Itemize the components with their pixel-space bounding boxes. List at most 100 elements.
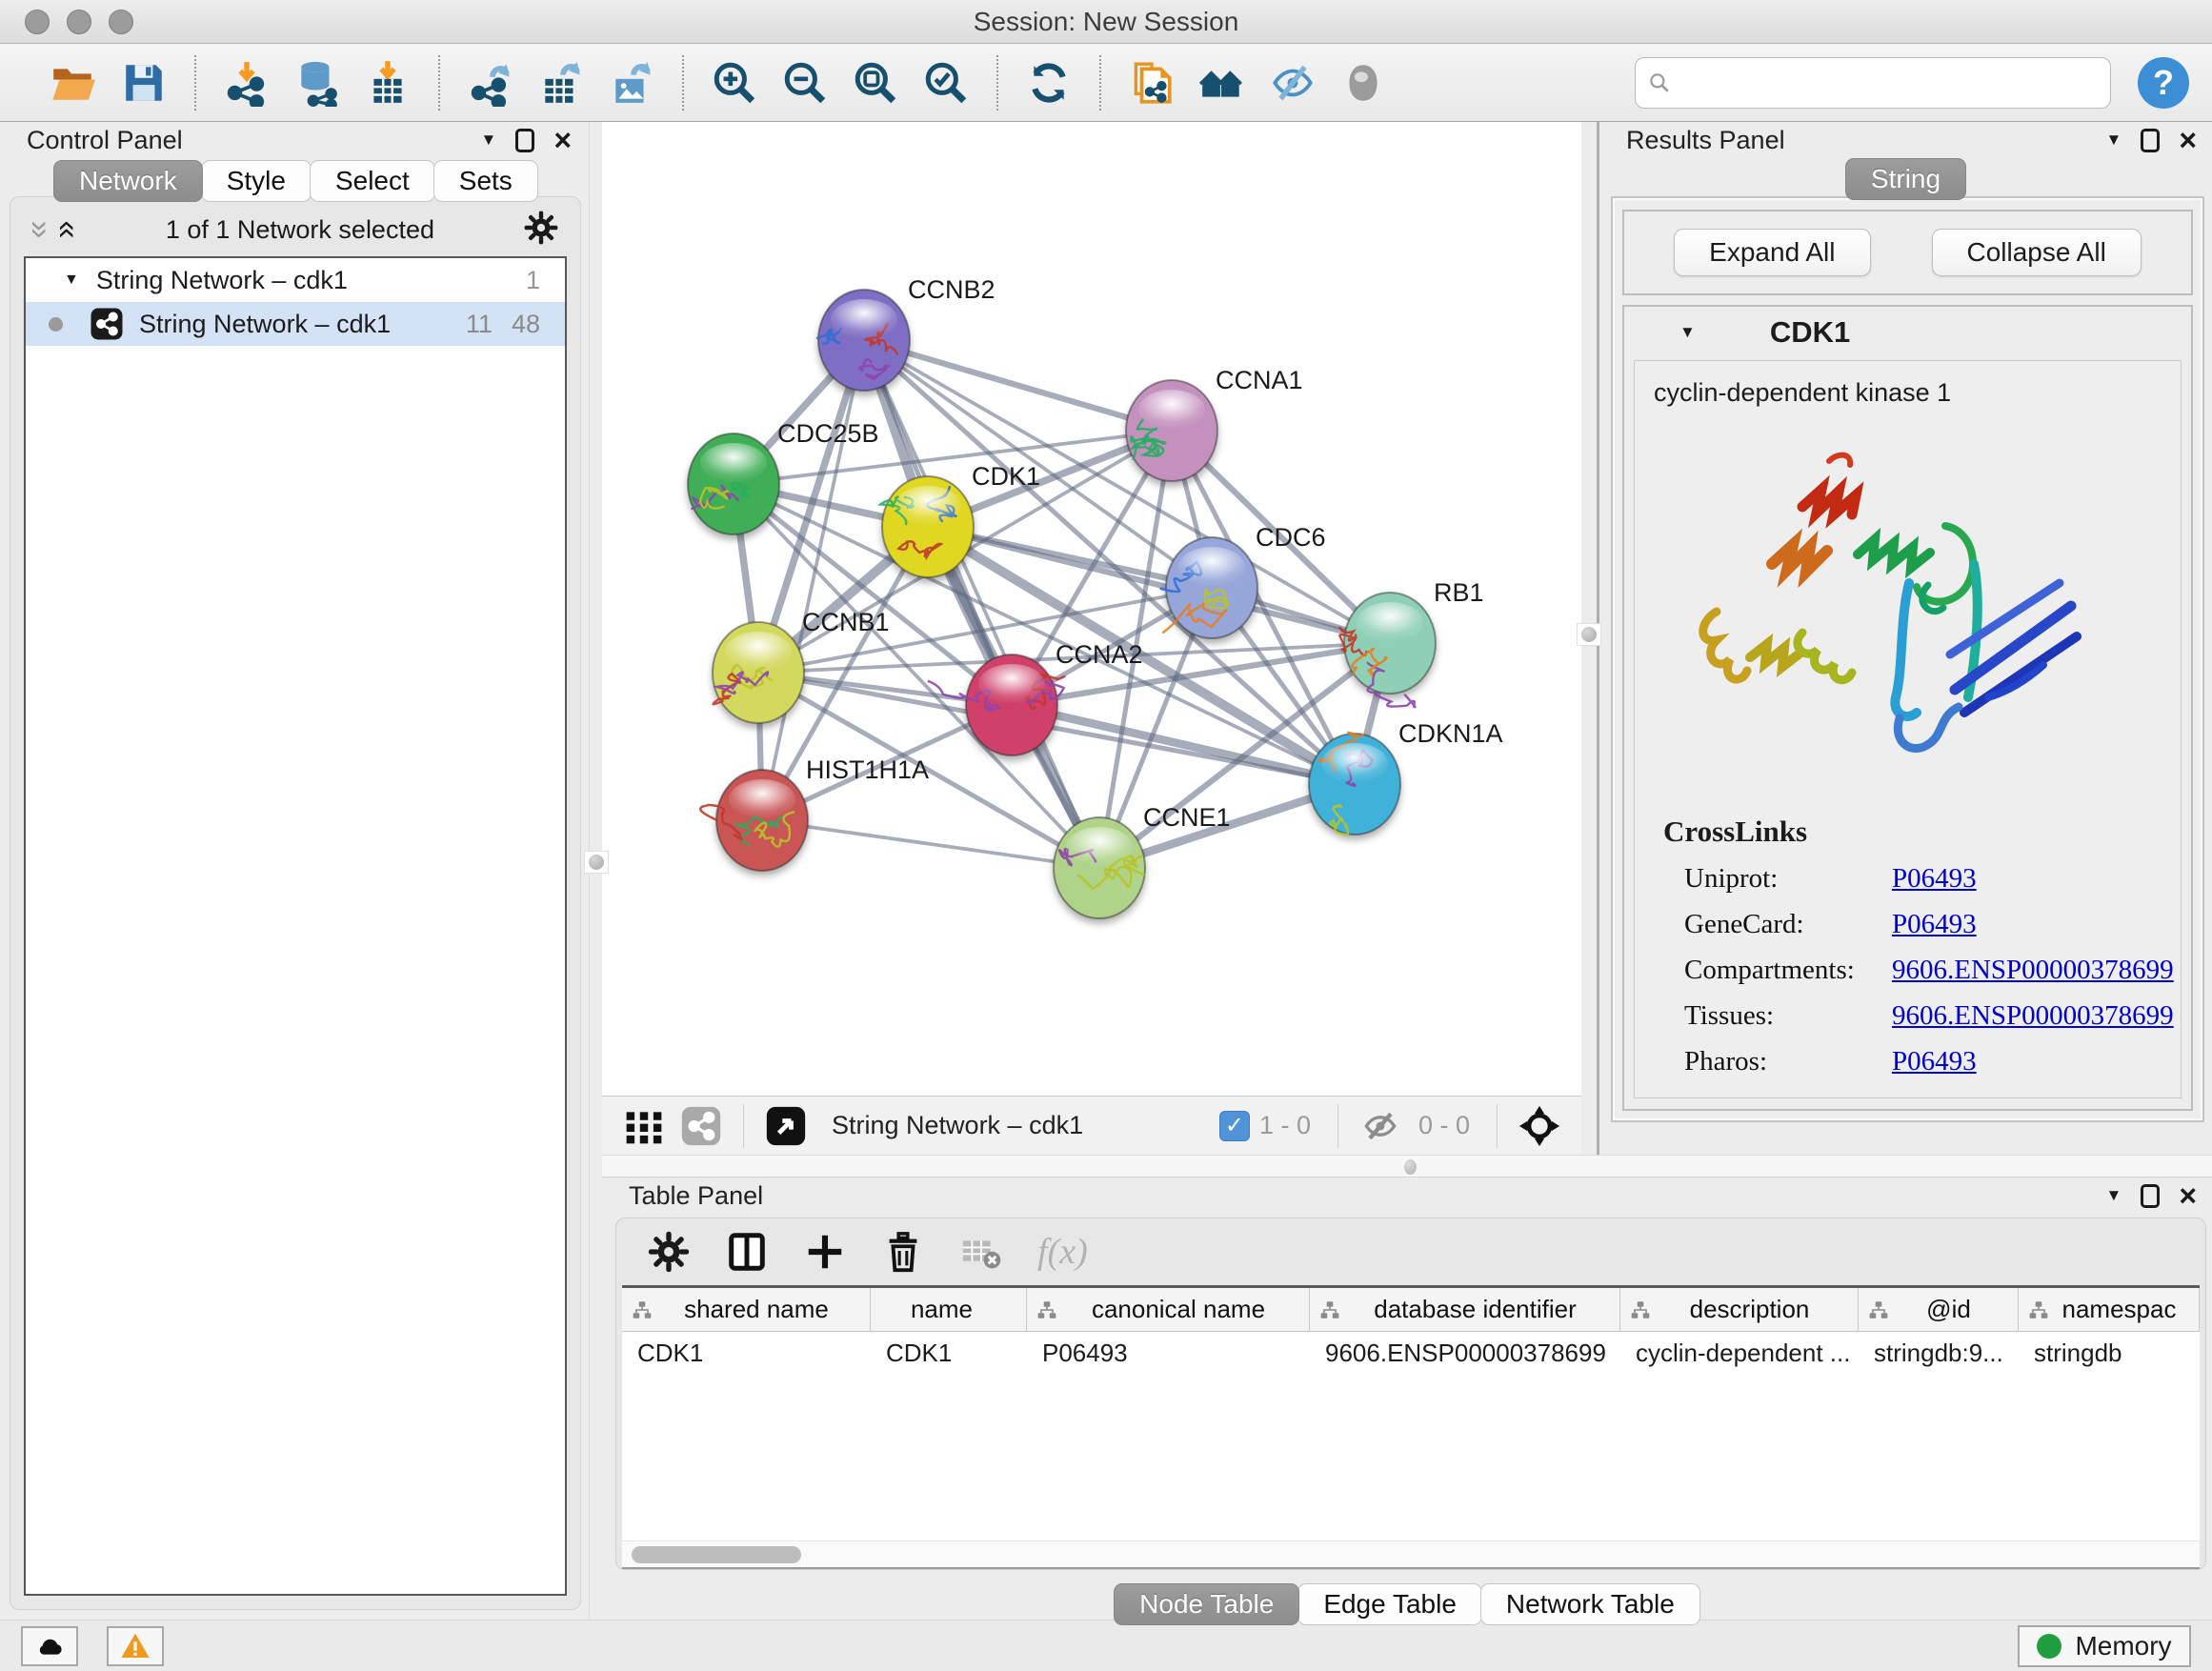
save-session-button[interactable] — [116, 55, 171, 111]
open-session-button[interactable] — [46, 55, 101, 111]
crosslink-link[interactable]: P06493 — [1892, 863, 1977, 895]
panel-menu-icon[interactable]: ▼ — [2105, 1186, 2122, 1205]
close-panel-icon[interactable]: × — [2179, 1186, 2197, 1205]
network-edge[interactable] — [864, 340, 1172, 431]
network-graph[interactable]: CCNB2CCNA1CDC25BCDK1CDC6RB1CCNB1CCNA2CDK… — [602, 122, 1581, 1096]
left-splitter[interactable] — [589, 122, 602, 1620]
birdseye-toggle-icon[interactable] — [765, 1105, 807, 1147]
network-share-icon[interactable] — [680, 1105, 722, 1147]
tab-edge-table[interactable]: Edge Table — [1297, 1583, 1482, 1625]
network-node[interactable]: RB1 — [1339, 578, 1483, 707]
column-header[interactable]: canonical name — [1027, 1288, 1310, 1331]
right-splitter-handle[interactable] — [1577, 623, 1601, 646]
table-options-gear-icon[interactable] — [647, 1230, 691, 1274]
string-home-button[interactable] — [1195, 55, 1250, 111]
close-window-button[interactable] — [25, 10, 50, 34]
add-column-icon[interactable] — [803, 1230, 847, 1274]
float-panel-icon[interactable] — [2141, 1184, 2160, 1208]
column-header[interactable]: database identifier — [1310, 1288, 1620, 1331]
network-canvas[interactable]: CCNB2CCNA1CDC25BCDK1CDC6RB1CCNB1CCNA2CDK… — [602, 122, 1581, 1096]
node-label: CCNB1 — [802, 608, 890, 636]
crosshair-icon[interactable] — [1518, 1105, 1560, 1147]
minimize-window-button[interactable] — [67, 10, 91, 34]
zoom-out-button[interactable] — [777, 55, 833, 111]
crosslink-link[interactable]: P06493 — [1892, 909, 1977, 940]
network-collection-row[interactable]: ▼ String Network – cdk1 1 — [26, 258, 565, 302]
import-network-database-button[interactable] — [290, 55, 345, 111]
column-header[interactable]: description — [1620, 1288, 1859, 1331]
node-label: CCNA1 — [1216, 366, 1303, 394]
network-node[interactable]: CDKN1A — [1309, 719, 1503, 835]
column-header[interactable]: namespac — [2019, 1288, 2200, 1331]
table-horizontal-scrollbar[interactable] — [622, 1540, 2200, 1567]
float-panel-icon[interactable] — [515, 129, 534, 152]
export-table-button[interactable] — [533, 55, 589, 111]
network-options-gear-icon[interactable] — [523, 210, 559, 251]
search-input[interactable] — [1681, 68, 2099, 97]
crosslink-row: Pharos:P06493 — [1663, 1046, 2181, 1077]
show-columns-icon[interactable] — [725, 1230, 769, 1274]
column-header[interactable]: shared name — [622, 1288, 871, 1331]
delete-column-icon[interactable] — [881, 1230, 925, 1274]
collapse-collection-icon[interactable]: ▼ — [64, 272, 79, 289]
tab-style[interactable]: Style — [201, 160, 312, 202]
import-table-button[interactable] — [360, 55, 415, 111]
panel-menu-icon[interactable]: ▼ — [2105, 131, 2122, 150]
column-header[interactable]: name — [871, 1288, 1027, 1331]
tab-network[interactable]: Network — [53, 160, 203, 202]
network-node[interactable]: HIST1H1A — [700, 755, 929, 871]
apply-layout-button[interactable] — [1021, 55, 1076, 111]
expand-all-button[interactable]: Expand All — [1674, 229, 1870, 276]
close-panel-icon[interactable]: × — [2179, 131, 2197, 150]
scrollbar-thumb[interactable] — [632, 1546, 801, 1563]
network-from-clipboard-button[interactable] — [1124, 55, 1179, 111]
grid-view-icon[interactable] — [623, 1105, 665, 1147]
network-edge[interactable] — [762, 340, 864, 820]
hide-graphics-details-button[interactable] — [1265, 55, 1320, 111]
cloud-status-button[interactable] — [21, 1626, 78, 1666]
hidden-eye-slash-icon[interactable] — [1359, 1105, 1401, 1147]
tab-string[interactable]: String — [1845, 158, 1966, 200]
node-section-header[interactable]: ▼ CDK1 — [1624, 307, 2191, 358]
export-network-button[interactable] — [463, 55, 518, 111]
left-splitter-handle[interactable] — [584, 851, 609, 874]
collapse-section-icon[interactable]: ▼ — [1679, 323, 1696, 342]
expand-all-icon[interactable]: « — [54, 221, 81, 239]
tab-select[interactable]: Select — [310, 160, 435, 202]
memory-button[interactable]: Memory — [2018, 1625, 2191, 1667]
selected-checkbox-icon[interactable]: ✓ — [1219, 1111, 1250, 1141]
network-row[interactable]: String Network – cdk1 11 48 — [26, 302, 565, 346]
horizontal-splitter[interactable] — [602, 1155, 2212, 1178]
export-image-button[interactable] — [604, 55, 659, 111]
zoom-fit-icon — [852, 59, 899, 107]
help-button[interactable]: ? — [2138, 57, 2189, 109]
tab-node-table[interactable]: Node Table — [1114, 1583, 1299, 1625]
table-cell: stringdb — [2019, 1332, 2200, 1374]
close-panel-icon[interactable]: × — [553, 131, 572, 150]
collapse-all-button[interactable]: Collapse All — [1932, 229, 2142, 276]
zoom-fit-button[interactable] — [848, 55, 903, 111]
network-node[interactable]: CCNB1 — [713, 608, 890, 723]
tab-sets[interactable]: Sets — [433, 160, 538, 202]
import-network-file-button[interactable] — [219, 55, 274, 111]
table-empty-area — [622, 1374, 2200, 1540]
table-row[interactable]: CDK1CDK1P064939606.ENSP00000378699cyclin… — [622, 1332, 2200, 1374]
network-edge[interactable] — [762, 820, 1099, 868]
float-panel-icon[interactable] — [2141, 129, 2160, 152]
network-node[interactable]: CCNA1 — [1126, 366, 1303, 481]
birdseye-view-button[interactable] — [1336, 55, 1391, 111]
crosslink-link[interactable]: 9606.ENSP00000378699 — [1892, 955, 2174, 986]
tab-network-table[interactable]: Network Table — [1480, 1583, 1700, 1625]
crosslink-link[interactable]: 9606.ENSP00000378699 — [1892, 1000, 2174, 1032]
right-splitter[interactable] — [1581, 122, 1597, 1155]
zoom-selected-button[interactable] — [918, 55, 974, 111]
function-builder-button: f(x) — [1037, 1231, 1088, 1273]
crosslink-link[interactable]: P06493 — [1892, 1046, 1977, 1077]
warnings-button[interactable] — [107, 1626, 164, 1666]
maximize-window-button[interactable] — [109, 10, 133, 34]
column-header[interactable]: @id — [1859, 1288, 2019, 1331]
control-panel: Control Panel ▼ × Network Style Select S… — [0, 122, 589, 1620]
export-table-icon — [537, 59, 585, 107]
panel-menu-icon[interactable]: ▼ — [480, 131, 496, 150]
zoom-in-button[interactable] — [707, 55, 762, 111]
